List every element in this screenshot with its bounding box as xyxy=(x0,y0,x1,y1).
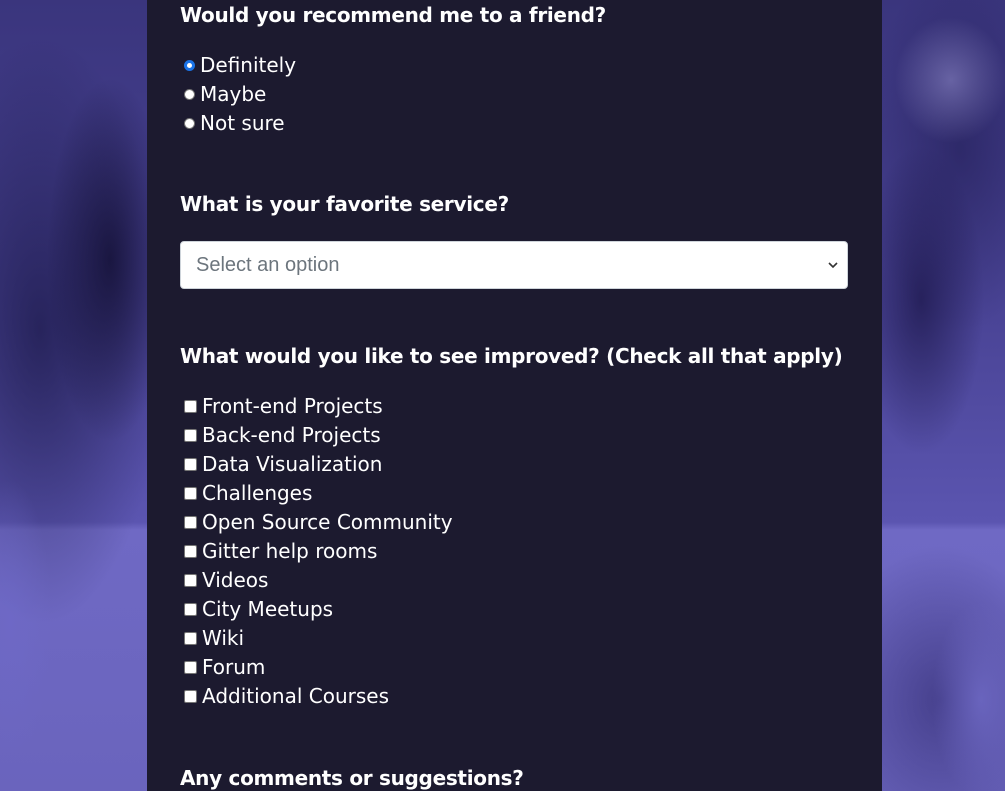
comments-question: Any comments or suggestions? xyxy=(180,766,524,790)
select-placeholder: Select an option xyxy=(196,253,340,276)
radio-button-not-sure[interactable] xyxy=(184,117,195,129)
chevron-down-icon xyxy=(828,262,838,269)
checkbox-label: City Meetups xyxy=(202,597,334,621)
checkbox-label: Open Source Community xyxy=(202,510,453,534)
favorite-service-question: What is your favorite service? xyxy=(180,192,509,216)
radio-option-maybe[interactable]: Maybe xyxy=(184,81,266,107)
checkbox-additional-courses[interactable] xyxy=(184,689,197,703)
checkbox-option-forum[interactable]: Forum xyxy=(184,654,265,680)
checkbox-option-additional-courses[interactable]: Additional Courses xyxy=(184,683,389,709)
checkbox-front-end[interactable] xyxy=(184,399,197,413)
checkbox-gitter[interactable] xyxy=(184,544,197,558)
checkbox-back-end[interactable] xyxy=(184,428,197,442)
checkbox-option-back-end[interactable]: Back-end Projects xyxy=(184,422,381,448)
checkbox-data-visualization[interactable] xyxy=(184,457,197,471)
checkbox-label: Forum xyxy=(202,655,266,679)
checkbox-label: Back-end Projects xyxy=(202,423,381,447)
survey-form-panel: Would you recommend me to a friend? Defi… xyxy=(147,0,882,791)
checkbox-option-open-source[interactable]: Open Source Community xyxy=(184,509,453,535)
checkbox-option-front-end[interactable]: Front-end Projects xyxy=(184,393,383,419)
checkbox-option-data-visualization[interactable]: Data Visualization xyxy=(184,451,382,477)
checkbox-label: Data Visualization xyxy=(202,452,383,476)
checkbox-option-challenges[interactable]: Challenges xyxy=(184,480,312,506)
radio-label-maybe: Maybe xyxy=(200,82,267,106)
background-photo-left xyxy=(0,0,147,791)
checkbox-label: Wiki xyxy=(202,626,245,650)
radio-button-definitely[interactable] xyxy=(184,59,195,71)
radio-label-definitely: Definitely xyxy=(200,53,297,77)
radio-label-not-sure: Not sure xyxy=(200,111,285,135)
checkbox-option-city-meetups[interactable]: City Meetups xyxy=(184,596,333,622)
checkbox-wiki[interactable] xyxy=(184,631,197,645)
checkbox-challenges[interactable] xyxy=(184,486,197,500)
favorite-service-select[interactable]: Select an option xyxy=(180,241,848,289)
checkbox-videos[interactable] xyxy=(184,573,197,587)
checkbox-label: Challenges xyxy=(202,481,313,505)
radio-option-not-sure[interactable]: Not sure xyxy=(184,110,285,136)
checkbox-forum[interactable] xyxy=(184,660,197,674)
checkbox-city-meetups[interactable] xyxy=(184,602,197,616)
checkbox-option-wiki[interactable]: Wiki xyxy=(184,625,244,651)
radio-button-maybe[interactable] xyxy=(184,88,195,100)
radio-option-definitely[interactable]: Definitely xyxy=(184,52,296,78)
checkbox-option-videos[interactable]: Videos xyxy=(184,567,268,593)
checkbox-label: Additional Courses xyxy=(202,684,390,708)
checkbox-open-source[interactable] xyxy=(184,515,197,529)
checkbox-label: Videos xyxy=(202,568,269,592)
checkbox-label: Front-end Projects xyxy=(202,394,383,418)
checkbox-option-gitter[interactable]: Gitter help rooms xyxy=(184,538,377,564)
improve-question: What would you like to see improved? (Ch… xyxy=(180,344,843,368)
checkbox-label: Gitter help rooms xyxy=(202,539,378,563)
background-photo-right xyxy=(881,0,1005,791)
recommend-question: Would you recommend me to a friend? xyxy=(180,3,606,27)
